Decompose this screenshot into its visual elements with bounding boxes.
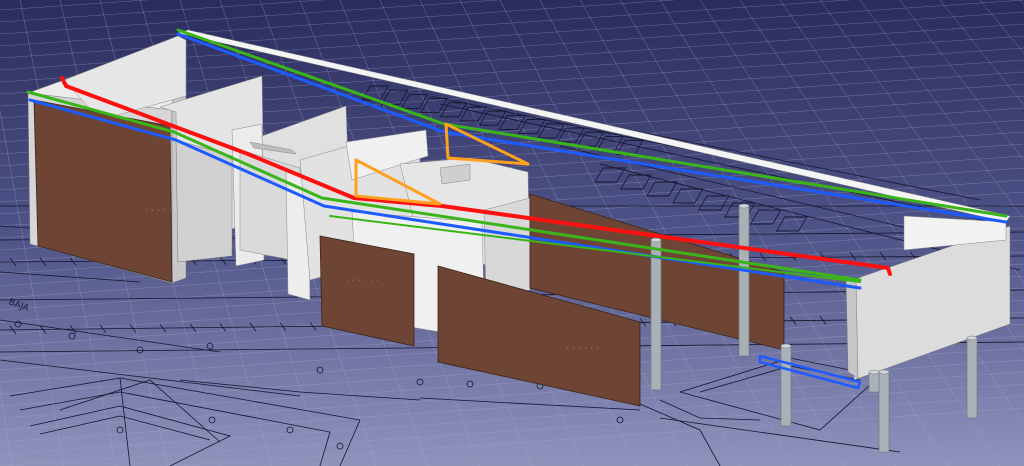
wall-label-3: · · · · · · <box>346 278 379 284</box>
dimension-tick <box>759 252 767 262</box>
plan-axis-marker <box>616 416 624 424</box>
plan-dash-rect <box>594 167 626 183</box>
3d-viewport[interactable]: BAJA · · · · · · · · · · · · · · · · · ·… <box>0 0 1024 466</box>
grid-line <box>0 383 1024 455</box>
plan-dash-rect <box>420 98 448 114</box>
partition-wall-1-face[interactable] <box>175 139 233 263</box>
building-model[interactable]: · · · · · · · · · · · · · · · · · · · · … <box>27 29 1011 453</box>
plan-axis-marker <box>208 416 216 424</box>
column-top <box>780 343 792 349</box>
grid-line <box>171 407 1024 466</box>
grid-line <box>0 0 502 35</box>
wall-label-2: · · · · · · <box>238 228 271 234</box>
column[interactable] <box>878 371 890 453</box>
plan-axis-marker <box>136 346 144 354</box>
grid-line <box>0 0 150 11</box>
3d-scene[interactable]: BAJA · · · · · · · · · · · · · · · · · ·… <box>0 0 1024 466</box>
column[interactable] <box>966 337 978 419</box>
grid-line <box>0 395 1024 466</box>
plan-dash-rect <box>698 195 730 211</box>
brown-panel-center-1[interactable] <box>319 235 415 347</box>
column[interactable] <box>738 205 750 357</box>
plan-axis-marker <box>206 342 214 350</box>
wall-label-5: · · · · · · <box>740 390 773 396</box>
column-top <box>738 203 750 209</box>
plan-dash-rect <box>646 181 678 197</box>
plan-axis-marker <box>14 320 22 328</box>
column[interactable] <box>650 239 662 391</box>
plan-axis-marker <box>416 378 424 386</box>
plan-axis-marker <box>286 426 294 434</box>
column-top <box>650 237 662 243</box>
column-top <box>868 369 880 375</box>
column-top <box>878 369 890 375</box>
plan-dash-rect <box>400 93 429 109</box>
column[interactable] <box>868 371 880 393</box>
end-wall-right-side[interactable] <box>845 277 859 379</box>
dimension-tick <box>879 251 887 261</box>
plan-axis-marker <box>116 426 124 434</box>
wall-label-4: · · · · · · <box>566 346 599 352</box>
column-top <box>966 335 978 341</box>
plan-axis-marker <box>336 442 344 450</box>
plan-axis-marker <box>68 332 76 340</box>
wall-label-1: · · · · · · · <box>145 208 184 214</box>
end-wall-right-face[interactable] <box>851 225 1011 381</box>
dimension-tick <box>849 252 857 261</box>
column[interactable] <box>780 345 792 427</box>
